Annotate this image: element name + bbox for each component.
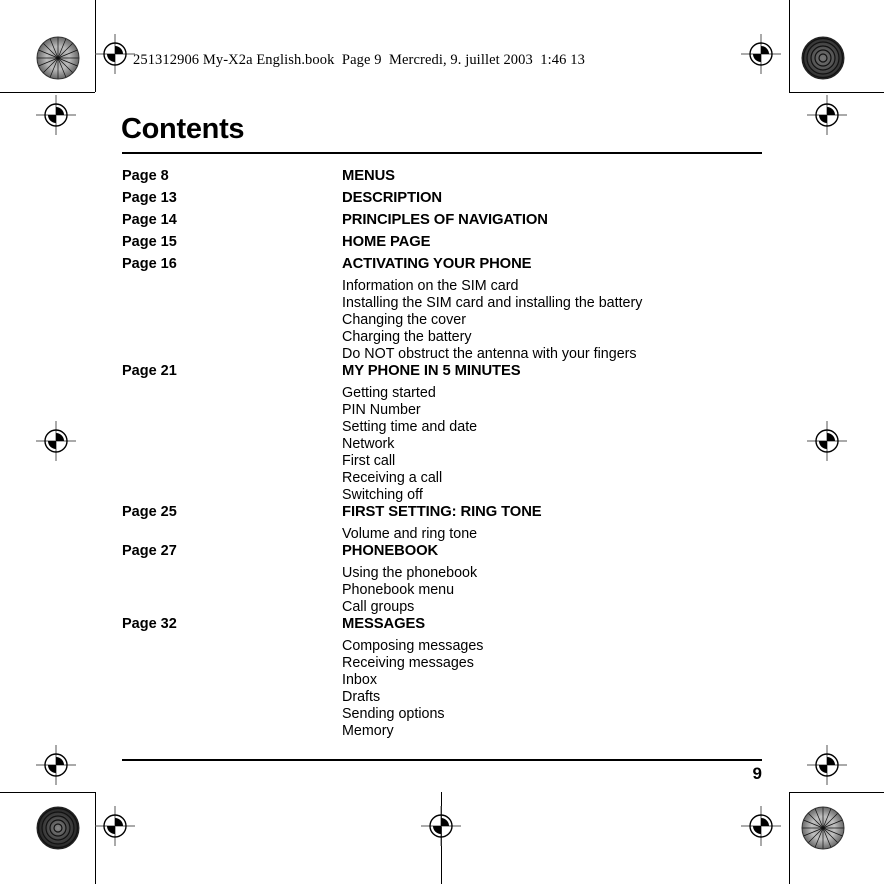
toc-subentry[interactable]: Setting time and date bbox=[342, 419, 772, 436]
toc-section: Page 27 PHONEBOOK Using the phonebook Phone… bbox=[122, 543, 772, 616]
toc-subentry[interactable]: Switching off bbox=[342, 487, 772, 504]
toc-subentry[interactable]: First call bbox=[342, 453, 772, 470]
toc-section-title: FIRST SETTING: RING TONE bbox=[342, 504, 542, 520]
registration-target-lower-right-inner bbox=[807, 745, 847, 785]
toc-entry[interactable]: Page 13 DESCRIPTION bbox=[122, 190, 772, 212]
toc-subentry[interactable]: Using the phonebook bbox=[342, 565, 772, 582]
rosette-mark-top-left bbox=[36, 36, 80, 80]
toc-entry[interactable]: Page 16 ACTIVATING YOUR PHONE bbox=[122, 256, 772, 278]
toc-subentry[interactable]: Information on the SIM card bbox=[342, 278, 772, 295]
toc-subentry[interactable]: Memory bbox=[342, 723, 772, 740]
toc-section: Page 8 MENUS bbox=[122, 168, 772, 190]
toc-page-reference: Page 25 bbox=[122, 504, 177, 520]
toc-subentry[interactable]: PIN Number bbox=[342, 402, 772, 419]
toc-section-title: ACTIVATING YOUR PHONE bbox=[342, 256, 532, 272]
toc-page-reference: Page 15 bbox=[122, 234, 177, 250]
toc-entry[interactable]: Page 21 MY PHONE IN 5 MINUTES bbox=[122, 363, 772, 385]
page-title: Contents bbox=[121, 113, 245, 145]
toc-entry[interactable]: Page 27 PHONEBOOK bbox=[122, 543, 772, 565]
toc-subentry[interactable]: Composing messages bbox=[342, 638, 772, 655]
toc-entry[interactable]: Page 32 MESSAGES bbox=[122, 616, 772, 638]
trim-line-right bbox=[789, 0, 790, 92]
toc-subentry-list: Information on the SIM card Installing th… bbox=[342, 278, 772, 363]
registration-target-mid-left bbox=[36, 421, 76, 461]
toc-section-title: MESSAGES bbox=[342, 616, 426, 632]
toc-section-title: MY PHONE IN 5 MINUTES bbox=[342, 363, 521, 379]
toc-subentry[interactable]: Inbox bbox=[342, 672, 772, 689]
toc-subentry[interactable]: Installing the SIM card and installing t… bbox=[342, 295, 772, 312]
toc-section-title: MENUS bbox=[342, 168, 395, 184]
toc-subentry-list: Using the phonebook Phonebook menu Call gr… bbox=[342, 565, 772, 616]
toc-subentry[interactable]: Phonebook menu bbox=[342, 582, 772, 599]
page-number: 9 bbox=[752, 764, 762, 783]
toc-entry[interactable]: Page 14 PRINCIPLES OF NAVIGATION bbox=[122, 212, 772, 234]
registration-target-top-left bbox=[95, 34, 135, 74]
rosette-mark-top-right bbox=[801, 36, 845, 80]
document-page: 251312906 My-X2a English.book Page 9 Mer… bbox=[0, 0, 884, 884]
toc-section: Page 25 FIRST SETTING: RING TONE Volume an… bbox=[122, 504, 772, 543]
trim-line-top-right bbox=[789, 92, 884, 93]
toc-subentry-list: Volume and ring tone bbox=[342, 526, 772, 543]
book-header-line: 251312906 My-X2a English.book Page 9 Mer… bbox=[133, 52, 585, 68]
registration-target-lower-left-inner bbox=[36, 745, 76, 785]
toc-page-reference: Page 14 bbox=[122, 212, 177, 228]
toc-subentry[interactable]: Call groups bbox=[342, 599, 772, 616]
registration-target-bottom-left bbox=[95, 806, 135, 846]
toc-section: Page 14 PRINCIPLES OF NAVIGATION bbox=[122, 212, 772, 234]
toc-page-reference: Page 27 bbox=[122, 543, 177, 559]
toc-section-title: PHONEBOOK bbox=[342, 543, 439, 559]
toc-entry[interactable]: Page 15 HOME PAGE bbox=[122, 234, 772, 256]
toc-page-reference: Page 16 bbox=[122, 256, 177, 272]
toc-subentry[interactable]: Changing the cover bbox=[342, 312, 772, 329]
toc-entry[interactable]: Page 25 FIRST SETTING: RING TONE bbox=[122, 504, 772, 526]
toc-subentry[interactable]: Getting started bbox=[342, 385, 772, 402]
registration-target-mid-right bbox=[807, 421, 847, 461]
toc-subentry-list: Composing messages Receiving messages Inbo… bbox=[342, 638, 772, 740]
registration-target-upper-left-inner bbox=[36, 95, 76, 135]
rosette-mark-bottom-left bbox=[36, 806, 80, 850]
trim-line-right-lower bbox=[789, 792, 790, 884]
registration-target-upper-right-inner bbox=[807, 95, 847, 135]
toc-section: Page 15 HOME PAGE bbox=[122, 234, 772, 256]
toc-section-title: DESCRIPTION bbox=[342, 190, 443, 206]
toc-page-reference: Page 13 bbox=[122, 190, 177, 206]
toc-section: Page 13 DESCRIPTION bbox=[122, 190, 772, 212]
toc-subentry[interactable]: Network bbox=[342, 436, 772, 453]
registration-target-bottom-center bbox=[421, 806, 461, 846]
table-of-contents: Page 8 MENUS Page 13 DESCRIPTION Page 14 PRIN… bbox=[122, 168, 772, 740]
toc-section: Page 16 ACTIVATING YOUR PHONE Information … bbox=[122, 256, 772, 363]
toc-subentry[interactable]: Receiving a call bbox=[342, 470, 772, 487]
toc-page-reference: Page 8 bbox=[122, 168, 169, 184]
registration-target-top-right bbox=[741, 34, 781, 74]
toc-page-reference: Page 21 bbox=[122, 363, 177, 379]
toc-subentry-list: Getting started PIN Number Setting time an… bbox=[342, 385, 772, 504]
toc-subentry[interactable]: Volume and ring tone bbox=[342, 526, 772, 543]
toc-section-title: PRINCIPLES OF NAVIGATION bbox=[342, 212, 548, 228]
footer-rule bbox=[122, 759, 762, 761]
toc-subentry[interactable]: Drafts bbox=[342, 689, 772, 706]
toc-subentry[interactable]: Charging the battery bbox=[342, 329, 772, 346]
toc-subentry[interactable]: Sending options bbox=[342, 706, 772, 723]
toc-section: Page 21 MY PHONE IN 5 MINUTES Getting star… bbox=[122, 363, 772, 504]
toc-entry[interactable]: Page 8 MENUS bbox=[122, 168, 772, 190]
title-rule bbox=[122, 152, 762, 154]
toc-page-reference: Page 32 bbox=[122, 616, 177, 632]
toc-section: Page 32 MESSAGES Composing messages Receivi… bbox=[122, 616, 772, 740]
toc-subentry[interactable]: Receiving messages bbox=[342, 655, 772, 672]
registration-target-bottom-right bbox=[741, 806, 781, 846]
trim-line-top-left bbox=[0, 92, 95, 93]
trim-line-bottom-right bbox=[789, 792, 884, 793]
toc-subentry[interactable]: Do NOT obstruct the antenna with your fi… bbox=[342, 346, 772, 363]
trim-line-bottom-left bbox=[0, 792, 95, 793]
rosette-mark-bottom-right bbox=[801, 806, 845, 850]
toc-section-title: HOME PAGE bbox=[342, 234, 431, 250]
